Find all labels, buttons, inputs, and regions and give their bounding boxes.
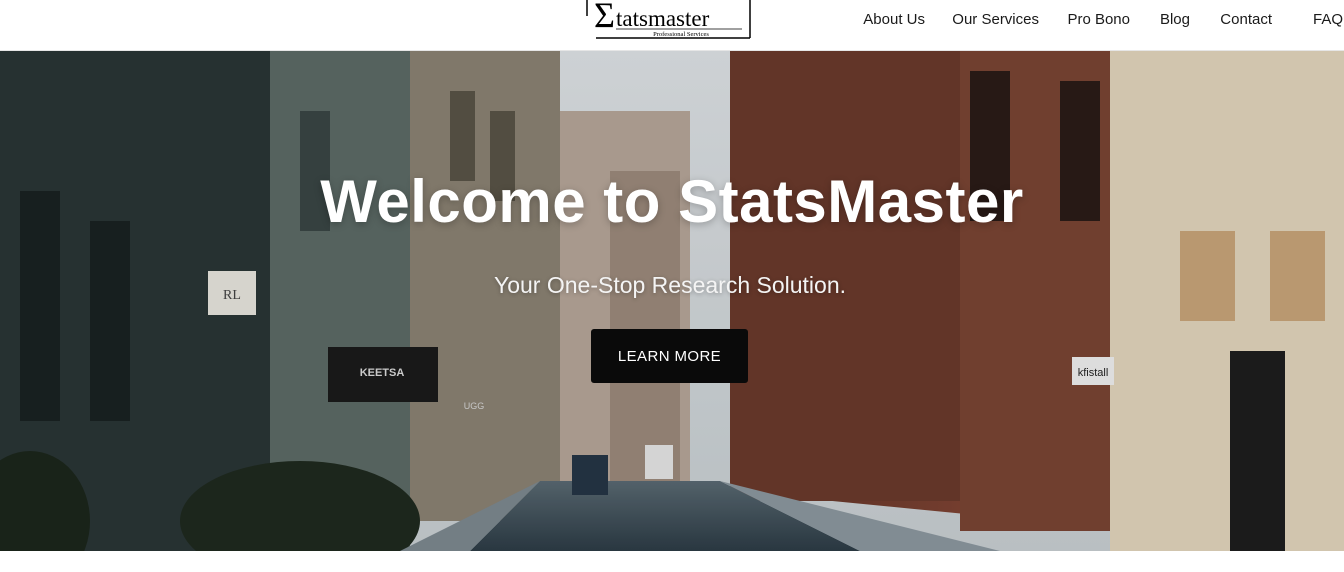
logo-tagline: Professional Services (653, 31, 709, 38)
nav-faq[interactable]: FAQ (1313, 11, 1343, 29)
logo-wordmark: tatsmaster (616, 6, 710, 31)
page-bottom-strip (0, 551, 1344, 572)
hero-section: KEETSA RL UGG kfistall Welcome to StatsM… (0, 51, 1344, 551)
site-header: Σ tatsmaster Professional Services About… (0, 0, 1344, 51)
logo-mark: Σ tatsmaster Professional Services (586, 0, 751, 39)
nav-contact[interactable]: Contact (1220, 11, 1272, 29)
statsmaster-logo[interactable]: Σ tatsmaster Professional Services (586, 0, 752, 39)
logo-sigma: Σ (594, 0, 615, 35)
nav-blog[interactable]: Blog (1160, 11, 1190, 29)
hero-subtitle: Your One-Stop Research Solution. (493, 272, 847, 298)
hero-title: Welcome to StatsMaster (320, 168, 1024, 235)
learn-more-button[interactable]: LEARN MORE (591, 329, 748, 383)
nav-about-us[interactable]: About Us (863, 11, 925, 29)
nav-our-services[interactable]: Our Services (952, 11, 1039, 29)
hero-overlay (0, 51, 1344, 551)
nav-pro-bono[interactable]: Pro Bono (1067, 11, 1130, 29)
